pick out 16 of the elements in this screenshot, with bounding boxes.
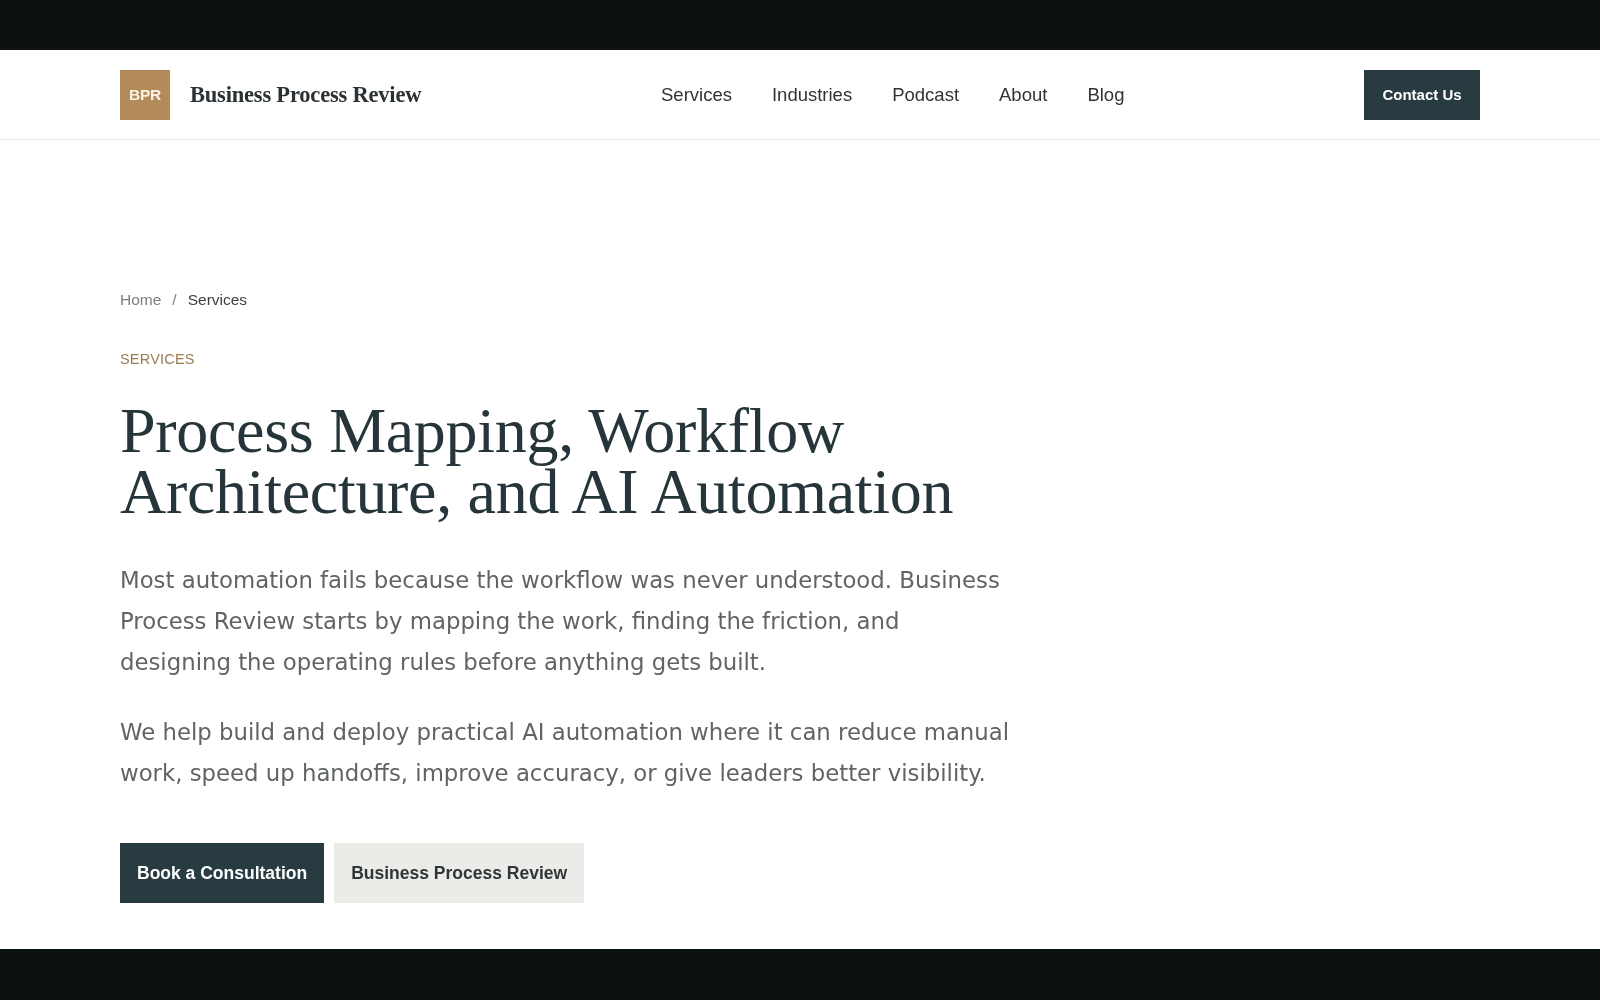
nav-link[interactable]: About	[999, 83, 1048, 106]
nav-link[interactable]: Blog	[1087, 83, 1125, 106]
nav-link[interactable]: Services	[661, 83, 732, 106]
section-eyebrow: SERVICES	[120, 350, 195, 368]
nav-link[interactable]: Podcast	[892, 83, 960, 106]
breadcrumb-separator: /	[172, 290, 177, 310]
site-name[interactable]: Business Process Review	[190, 81, 422, 108]
contact-button[interactable]: Contact Us	[1364, 69, 1480, 120]
breadcrumb-current: Services	[187, 290, 248, 310]
review-button[interactable]: Business Process Review	[334, 843, 585, 903]
intro-paragraph: Most automation fails because the workflow was never understood. Business Process Review starts by mapping the work, finding the friction, and designing the operating rules before anything gets built.	[120, 566, 1001, 677]
intro-paragraph: We help build and deploy practical AI automation where it can reduce manual work, speed up handoffs, improve accuracy, or give leaders better visibility.	[120, 718, 1011, 788]
nav-link[interactable]: Industries	[771, 83, 853, 106]
breadcrumb-link[interactable]: Home	[120, 290, 162, 310]
page-heading: Process Mapping, Workflow Architecture, and AI Automation	[120, 400, 955, 522]
consultation-button[interactable]: Book a Consultation	[120, 843, 325, 903]
